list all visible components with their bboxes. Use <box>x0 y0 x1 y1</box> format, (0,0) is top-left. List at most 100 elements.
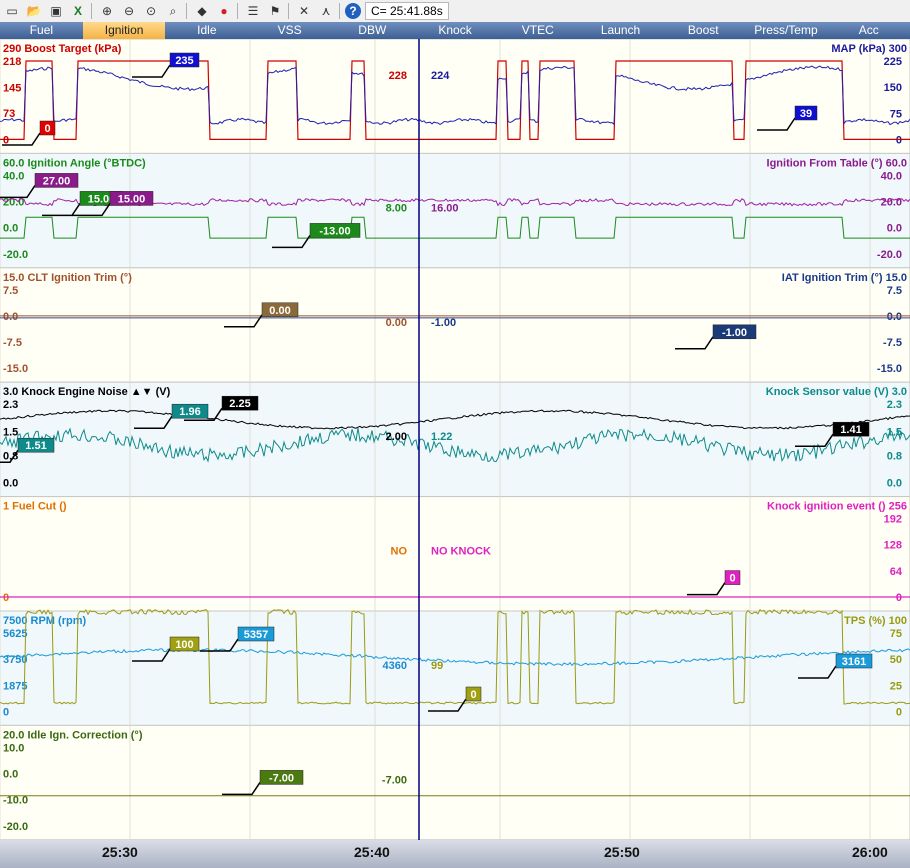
right-axis-tick: 0.0 <box>887 223 902 235</box>
panel-idle[interactable] <box>0 724 910 840</box>
value-flag-text: 27.00 <box>43 175 71 187</box>
left-axis-tick: -20.0 <box>3 821 28 833</box>
time-tick-label: 25:50 <box>604 844 640 860</box>
graph-icon[interactable]: ⋏ <box>316 2 336 20</box>
left-axis-tick: -7.5 <box>3 337 22 349</box>
cursor-value-left: 4360 <box>383 660 407 672</box>
right-axis-tick: 25 <box>890 680 902 692</box>
datalog-plots[interactable]: 290 Boost Target (kPa) MAP (kPa) 300 218 14… <box>0 39 910 840</box>
tools-icon[interactable]: ✕ <box>294 2 314 20</box>
excel-icon[interactable]: X <box>68 2 88 20</box>
left-axis-tick: 145 <box>3 82 21 94</box>
toolbar-separator <box>339 3 340 19</box>
value-flag-text: 15.00 <box>118 193 146 205</box>
panel-right-title: Knock ignition event () 256 <box>767 501 907 513</box>
value-flag-text: 0 <box>470 689 476 701</box>
value-flag-text: 39 <box>800 108 812 120</box>
flag-icon[interactable]: ⚑ <box>265 2 285 20</box>
zoom-fit-icon[interactable]: ⊙ <box>141 2 161 20</box>
value-flag-text: 5357 <box>244 629 268 641</box>
cursor-value-left: 8.00 <box>386 202 407 214</box>
right-axis-tick: 64 <box>890 566 903 578</box>
tab-launch[interactable]: Launch <box>579 22 662 39</box>
eraser-icon[interactable]: ◆ <box>192 2 212 20</box>
tab-press-temp[interactable]: Press/Temp <box>745 22 828 39</box>
left-axis-tick: 7.5 <box>3 285 18 297</box>
left-axis-tick: 0.0 <box>3 769 18 781</box>
right-axis-tick: 2.3 <box>887 399 902 411</box>
panel-left-title: 60.0 Ignition Angle (°BTDC) <box>3 157 146 169</box>
toolbar-separator <box>288 3 289 19</box>
zoom-in-icon[interactable]: ⊕ <box>97 2 117 20</box>
value-flag-text: 1.51 <box>25 440 46 452</box>
record-icon[interactable]: ● <box>214 2 234 20</box>
left-axis-tick: 0.0 <box>3 478 18 490</box>
panel-left-title: 290 Boost Target (kPa) <box>3 43 122 55</box>
tab-vss[interactable]: VSS <box>248 22 331 39</box>
value-flag-text: 2.25 <box>229 398 250 410</box>
cursor-value-left: 228 <box>389 70 407 82</box>
save-icon[interactable]: ▣ <box>46 2 66 20</box>
value-flag-text: 3161 <box>842 656 866 668</box>
panel-right-title: Knock Sensor value (V) 3.0 <box>766 386 907 398</box>
time-axis[interactable]: 25:30 25:40 25:50 26:00 <box>0 840 910 868</box>
right-axis-tick: 40.0 <box>881 170 902 182</box>
folder-icon[interactable]: ▭ <box>2 2 22 20</box>
left-axis-tick: 2.3 <box>3 399 18 411</box>
right-axis-tick: 192 <box>884 514 902 526</box>
right-axis-tick: -7.5 <box>883 337 902 349</box>
cursor-value-left: -7.00 <box>382 774 407 786</box>
panel-knock[interactable] <box>0 381 910 498</box>
right-axis-tick: 128 <box>884 540 902 552</box>
tab-vtec[interactable]: VTEC <box>496 22 579 39</box>
right-axis-tick: 0 <box>896 134 902 146</box>
cursor-value-right: 16.00 <box>431 202 459 214</box>
panel-right-title: TPS (%) 100 <box>844 615 907 627</box>
panel-right-title: IAT Ignition Trim (°) 15.0 <box>782 272 907 284</box>
tab-ignition[interactable]: Ignition <box>82 22 166 39</box>
right-axis-tick: 0 <box>896 706 902 718</box>
tab-knock[interactable]: Knock <box>414 22 497 39</box>
value-flag-text: 0.00 <box>269 305 290 317</box>
toolbar: ▭ 📂 ▣ X ⊕ ⊖ ⊙ ⌕ ◆ ● ☰ ⚑ ✕ ⋏? C= 25:41.88s <box>0 0 910 23</box>
left-axis-tick: -15.0 <box>3 363 28 375</box>
cursor-value-right: NO KNOCK <box>431 546 491 558</box>
right-axis-tick: 0 <box>896 592 902 604</box>
zoom-out-icon[interactable]: ⊖ <box>119 2 139 20</box>
tab-idle[interactable]: Idle <box>165 22 248 39</box>
list-icon[interactable]: ☰ <box>243 2 263 20</box>
time-tick-label: 26:00 <box>852 844 888 860</box>
right-axis-tick: -15.0 <box>877 363 902 375</box>
tab-acc[interactable]: Acc <box>827 22 910 39</box>
cursor-value-left: NO <box>391 546 408 558</box>
value-flag-text: 235 <box>175 55 193 67</box>
cursor-value-left: 2.00 <box>386 431 407 443</box>
panel-left-title: 1 Fuel Cut () <box>3 501 67 513</box>
left-axis-tick: -20.0 <box>3 249 28 261</box>
right-axis-tick: 150 <box>884 82 902 94</box>
help-icon[interactable]: ? <box>345 3 361 19</box>
value-flag-text: -7.00 <box>269 772 294 784</box>
zoom-window-icon[interactable]: ⌕ <box>163 2 183 20</box>
tab-dbw[interactable]: DBW <box>331 22 414 39</box>
tab-boost[interactable]: Boost <box>662 22 745 39</box>
panel-boost[interactable] <box>0 39 910 154</box>
value-flag-text: 0 <box>729 573 735 585</box>
cursor-value-right: 1.22 <box>431 431 452 443</box>
left-axis-tick: 0.0 <box>3 223 18 235</box>
left-axis-tick: 218 <box>3 56 21 68</box>
left-axis-tick: 0 <box>3 706 9 718</box>
panel-left-title: 7500 RPM (rpm) <box>3 615 86 627</box>
cursor-value-right: 224 <box>431 70 450 82</box>
toolbar-separator <box>91 3 92 19</box>
left-axis-tick: 40.0 <box>3 170 24 182</box>
tab-fuel[interactable]: Fuel <box>0 22 83 39</box>
panel-left-title: 3.0 Knock Engine Noise ▲▼ (V) <box>3 386 171 398</box>
right-axis-tick: 20.0 <box>881 197 902 209</box>
panel-right-title: Ignition From Table (°) 60.0 <box>767 157 907 169</box>
tab-bar: Fuel Ignition Idle VSS DBW Knock VTEC Launch Boo… <box>0 22 910 39</box>
open-icon[interactable]: 📂 <box>24 2 44 20</box>
time-tick-label: 25:40 <box>354 844 390 860</box>
toolbar-separator <box>237 3 238 19</box>
panel-rpm[interactable] <box>0 610 910 726</box>
